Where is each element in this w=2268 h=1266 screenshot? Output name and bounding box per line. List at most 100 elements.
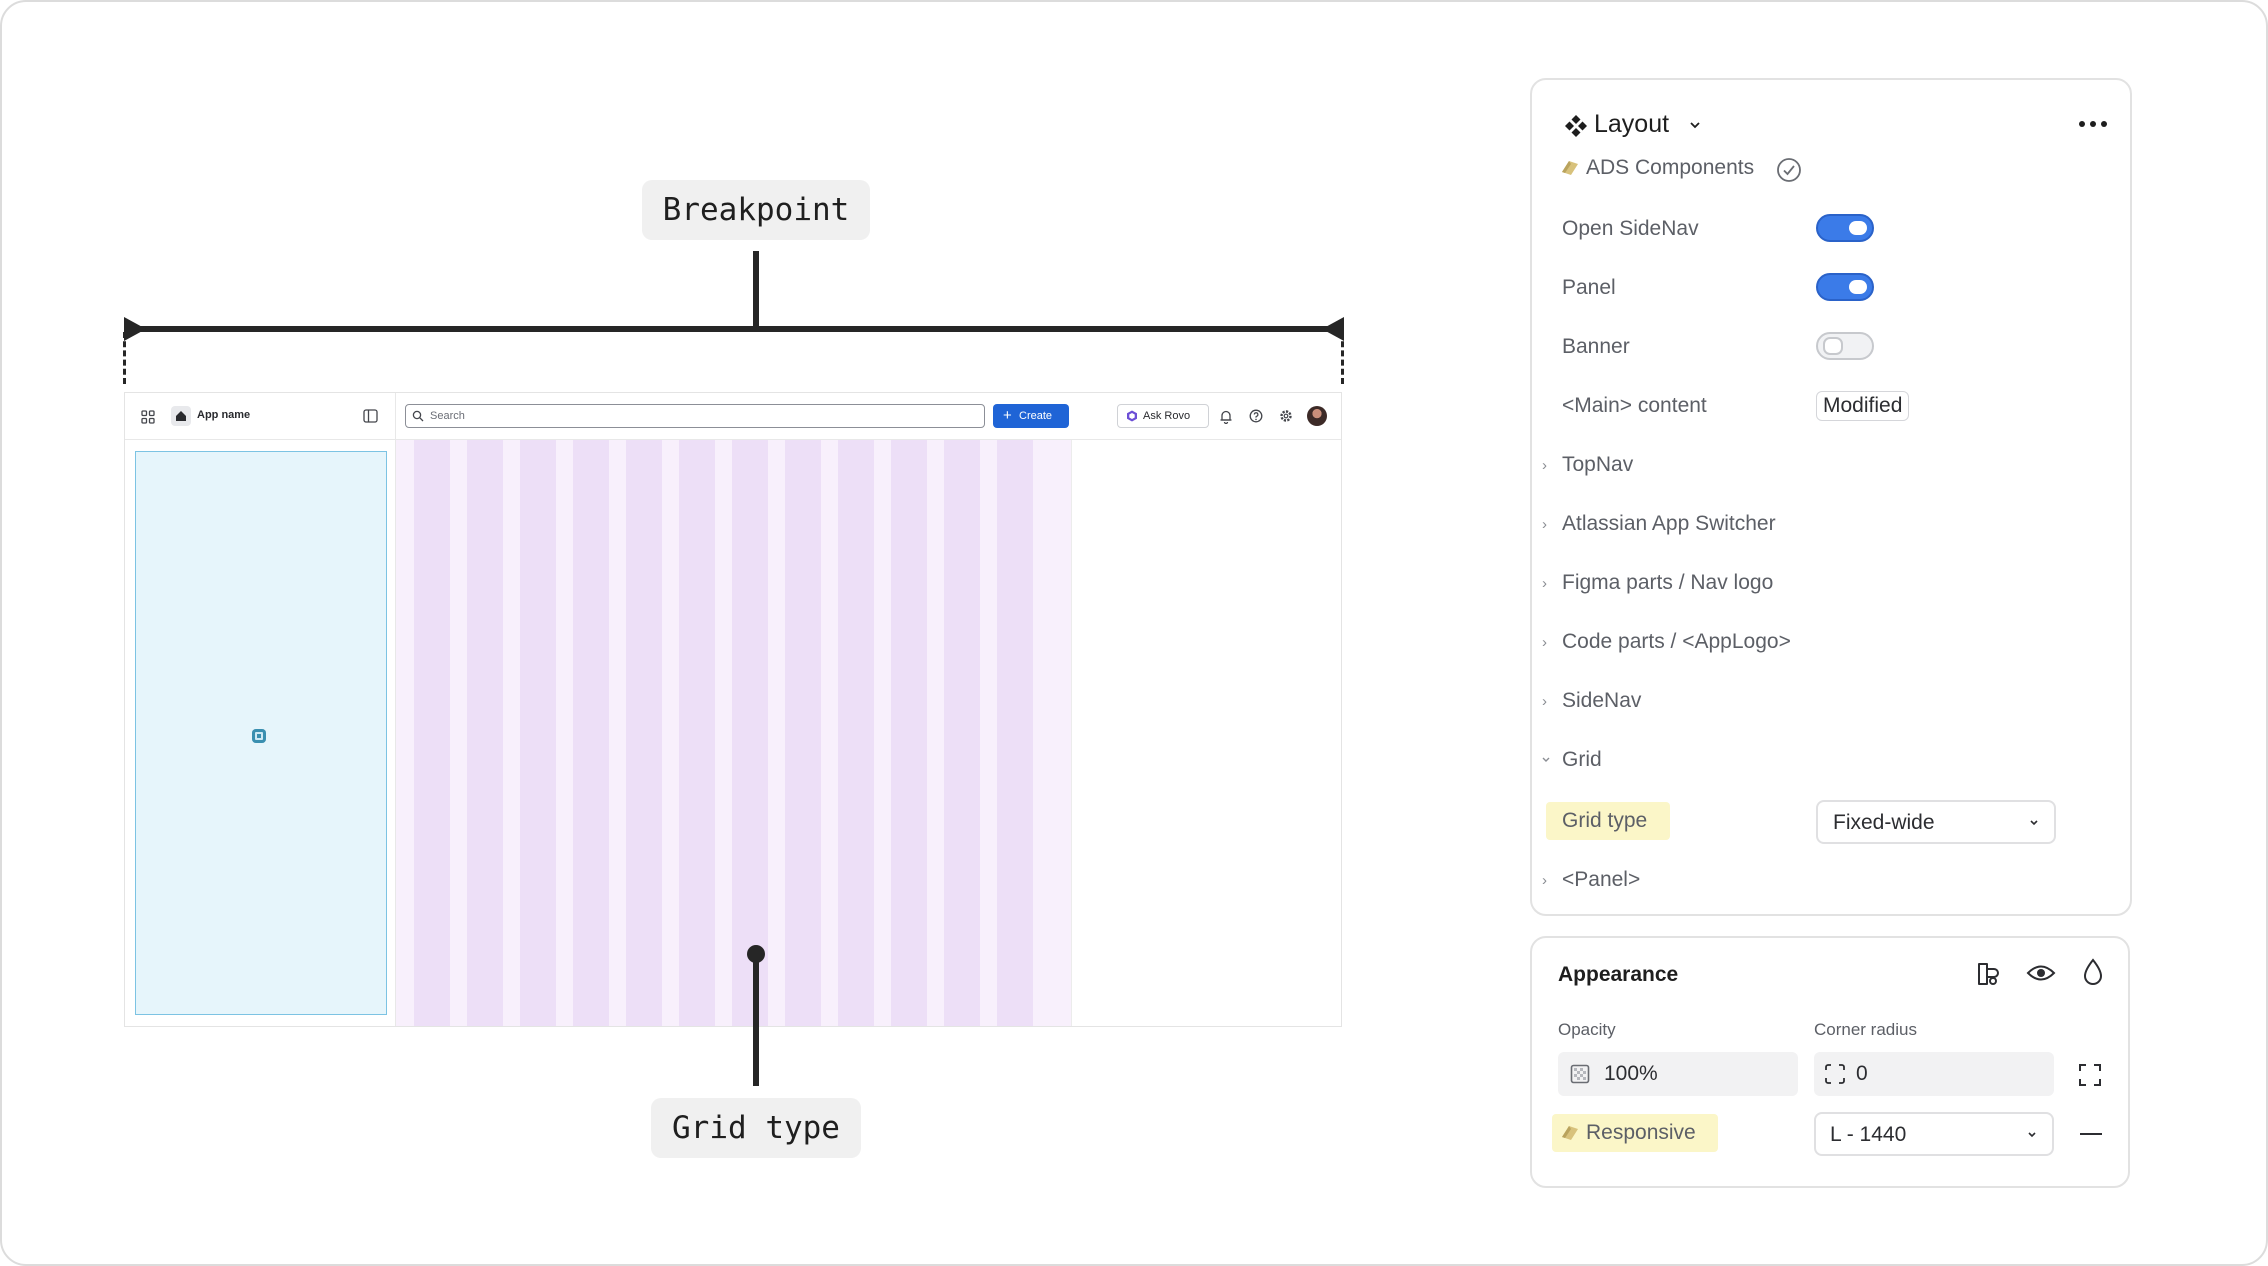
open-sidenav-toggle[interactable] xyxy=(1816,214,1874,242)
grid-column xyxy=(573,440,609,1026)
grid-type-chevron-down-icon xyxy=(2030,820,2038,826)
opacity-value: 100% xyxy=(1604,1062,1658,1085)
panel-divider xyxy=(1071,440,1072,1026)
grid-column xyxy=(732,440,768,1026)
responsive-value: L - 1440 xyxy=(1830,1123,1907,1146)
verified-check-icon xyxy=(1777,158,1801,182)
section-applogo[interactable]: Code parts / <AppLogo> xyxy=(1562,630,1791,654)
grid-type-annotation-label: Grid type xyxy=(672,1110,840,1146)
visibility-eye-icon[interactable] xyxy=(2026,962,2056,984)
breakpoint-callout: Breakpoint xyxy=(642,180,870,240)
component-icon xyxy=(1565,115,1587,137)
grid-column xyxy=(944,440,980,1026)
corner-radius-input[interactable]: 0 xyxy=(1814,1052,2054,1096)
section-panel[interactable]: <Panel> xyxy=(1562,868,1640,892)
variable-mode-icon[interactable] xyxy=(1974,960,2002,988)
grid-column xyxy=(679,440,715,1026)
grid-column xyxy=(838,440,874,1026)
breakpoint-left-guide xyxy=(123,332,126,384)
slot-icon xyxy=(252,729,266,743)
main-grid-area xyxy=(396,440,1071,1026)
grid-type-label: Grid type xyxy=(1562,809,1648,832)
grid-column xyxy=(997,440,1033,1026)
mock-topnav: App name Search + Create Ask Rovo xyxy=(125,393,1341,440)
breakpoint-right-guide xyxy=(1341,332,1344,384)
notifications-icon[interactable] xyxy=(1219,409,1233,424)
grid-column xyxy=(520,440,556,1026)
nav-logo-chevron-right-icon[interactable]: › xyxy=(1542,575,1547,592)
app-name: App name xyxy=(197,409,251,421)
sidenav-slot xyxy=(135,451,387,1015)
grid-type-callout: Grid type xyxy=(651,1098,861,1158)
app-layout-preview: App name Search + Create Ask Rovo xyxy=(124,392,1342,1027)
layout-title[interactable]: Layout xyxy=(1594,110,1669,139)
grid-column xyxy=(785,440,821,1026)
section-app-switcher[interactable]: Atlassian App Switcher xyxy=(1562,512,1776,536)
prop-panel-label: Panel xyxy=(1562,276,1616,299)
panel-chevron-right-icon[interactable]: › xyxy=(1542,872,1547,889)
modified-badge-text: Modified xyxy=(1823,394,1903,417)
grid-column xyxy=(891,440,927,1026)
responsive-select[interactable]: L - 1440 xyxy=(1814,1112,2054,1156)
sidenav-chevron-right-icon[interactable]: › xyxy=(1542,693,1547,710)
app-switcher-chevron-right-icon[interactable]: › xyxy=(1542,516,1547,533)
app-logo xyxy=(171,406,191,426)
library-icon xyxy=(1562,161,1578,175)
mock-search-input[interactable]: Search xyxy=(405,404,985,428)
grid-column xyxy=(626,440,662,1026)
help-icon[interactable] xyxy=(1249,409,1263,423)
breakpoint-range-line xyxy=(124,326,1344,332)
ask-rovo-button[interactable]: Ask Rovo xyxy=(1117,404,1209,428)
prop-main-content-label: <Main> content xyxy=(1562,394,1707,417)
opacity-label: Opacity xyxy=(1558,1020,1616,1039)
appearance-panel: Appearance Opacity Corner radius 100% 0 xyxy=(1530,936,2130,1188)
create-button[interactable]: + Create xyxy=(993,404,1069,428)
search-icon xyxy=(412,410,424,422)
settings-icon[interactable] xyxy=(1279,409,1293,423)
ask-rovo-label: Ask Rovo xyxy=(1143,410,1191,422)
app-switcher-icon xyxy=(141,410,155,424)
banner-toggle[interactable] xyxy=(1816,332,1874,360)
panel-toggle[interactable] xyxy=(1816,273,1874,301)
section-nav-logo[interactable]: Figma parts / Nav logo xyxy=(1562,571,1773,595)
library-name: ADS Components xyxy=(1586,156,1755,179)
responsive-chevron-down-icon xyxy=(2028,1132,2036,1138)
prop-banner-label: Banner xyxy=(1562,335,1630,358)
responsive-label: Responsive xyxy=(1586,1121,1696,1144)
rovo-icon xyxy=(1127,410,1137,422)
more-options-icon[interactable] xyxy=(2078,120,2108,128)
main-content-modified-badge[interactable]: Modified xyxy=(1816,391,1910,421)
opacity-input[interactable]: 100% xyxy=(1558,1052,1798,1096)
avatar[interactable] xyxy=(1307,406,1327,426)
independent-corners-icon[interactable] xyxy=(2078,1063,2102,1087)
grid-chevron-down-icon[interactable] xyxy=(1540,755,1552,765)
breakpoint-left-arrow xyxy=(124,317,146,341)
corner-radius-value: 0 xyxy=(1856,1062,1868,1085)
corner-radius-icon xyxy=(1825,1064,1845,1084)
section-topnav[interactable]: TopNav xyxy=(1562,453,1633,477)
sidebar-toggle-icon[interactable] xyxy=(363,409,378,423)
grid-column xyxy=(414,440,450,1026)
prop-open-sidenav-label: Open SideNav xyxy=(1562,217,1699,240)
create-label: Create xyxy=(1019,410,1053,422)
topnav-chevron-right-icon[interactable]: › xyxy=(1542,457,1547,474)
grid-type-connector xyxy=(753,952,759,1086)
section-sidenav[interactable]: SideNav xyxy=(1562,689,1641,713)
corner-radius-label: Corner radius xyxy=(1814,1020,1917,1039)
breakpoint-label: Breakpoint xyxy=(662,192,850,228)
opacity-icon xyxy=(1570,1064,1590,1084)
applogo-chevron-right-icon[interactable]: › xyxy=(1542,634,1547,651)
breakpoint-connector xyxy=(753,251,759,329)
section-grid[interactable]: Grid xyxy=(1562,748,1602,772)
blend-drop-icon[interactable] xyxy=(2082,958,2104,986)
responsive-library-icon xyxy=(1562,1126,1578,1140)
grid-column xyxy=(467,440,503,1026)
title-chevron-down-icon[interactable] xyxy=(1689,120,1701,130)
appearance-title: Appearance xyxy=(1558,963,1679,986)
grid-type-select[interactable]: Fixed-wide xyxy=(1816,800,2056,844)
layout-properties-panel: Layout ADS Components Open SideNav Panel… xyxy=(1530,78,2132,916)
home-icon xyxy=(176,411,186,421)
grid-type-value: Fixed-wide xyxy=(1833,811,1935,834)
remove-responsive-icon[interactable] xyxy=(2080,1133,2102,1135)
plus-icon: + xyxy=(1003,407,1012,424)
